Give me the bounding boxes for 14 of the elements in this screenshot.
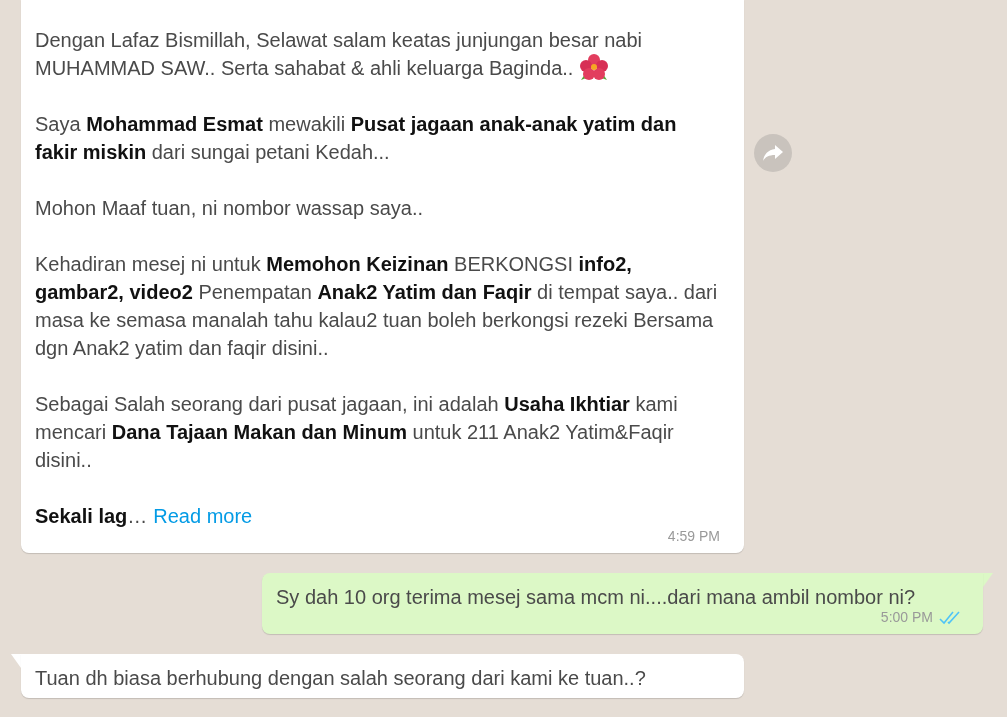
- message-text: Tuan dh biasa berhubung dengan salah seorang dari kami ke tuan..?: [35, 666, 647, 691]
- forward-icon: [762, 144, 784, 162]
- timestamp: 4:59 PM: [667, 527, 720, 546]
- message-text: Sebagai Salah seorang dari pusat jagaan, ini adalah Usaha Ikhtiar kami mencari Dana Tajaan Makan dan Minum untuk 211 Anak2 Yatim&Faqir disini..: [35, 392, 679, 473]
- message-text: Saya Mohammad Esmat mewakili Pusat jagaan anak-anak yatim dan fakir miskin dari sungai petani Kedah...: [35, 112, 678, 165]
- hibiscus-icon: [579, 51, 610, 82]
- timestamp: 5:00 PM: [880, 608, 933, 627]
- message-text: Sekali lag…: [35, 504, 148, 529]
- message-text: Sy dah 10 org terima mesej sama mcm ni....dari mana ambil nombor ni?: [276, 585, 917, 610]
- read-more-link[interactable]: Read more: [153, 502, 253, 530]
- message-text: Kehadiran mesej ni untuk Memohon Keizinan BERKONGSI info2, gambar2, video2 Penempatan Anak2 Yatim dan Faqir di tempat saya.. dari masa ke semasa manalah tahu kalau2 tuan boleh berkongsi rezeki Bersama dgn Anak2 yatim dan faqir disini..: [35, 252, 719, 361]
- message-text: Mohon Maaf tuan, ni nombor wassap saya..: [35, 196, 424, 221]
- forward-button[interactable]: [754, 134, 792, 172]
- message-text: Dengan Lafaz Bismillah, Selawat salam keatas junjungan besar nabi MUHAMMAD SAW.. Serta sahabat & ahli keluarga Baginda..: [35, 26, 720, 82]
